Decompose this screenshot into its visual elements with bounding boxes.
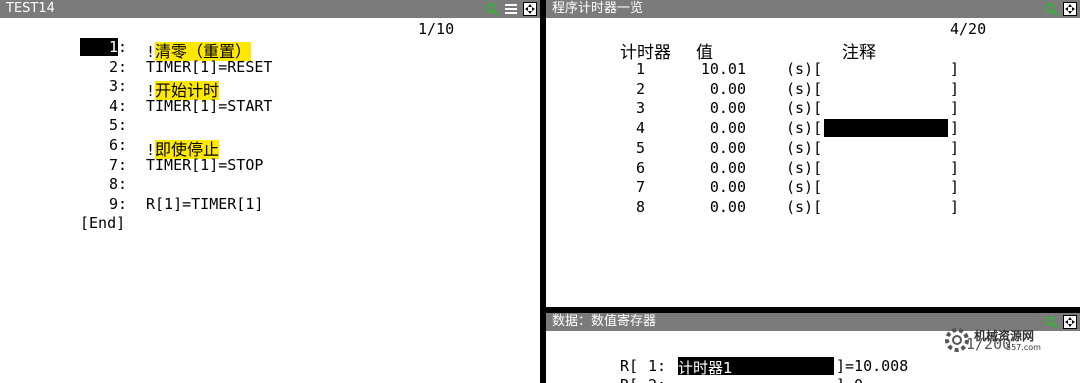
line-code: TIMER[1]=START — [146, 96, 273, 115]
line-code: TIMER[1]=RESET — [146, 57, 273, 76]
timer-row[interactable]: 5 0.00 (s)[] — [546, 139, 1080, 158]
line-separator: : — [118, 116, 128, 135]
watermark: 机械资源网 557.com — [942, 325, 1062, 355]
timer-unit: (s)[ — [786, 119, 823, 138]
line-separator: : — [118, 77, 128, 96]
timer-unit: (s)[ — [786, 138, 823, 157]
register-prefix: R[ — [620, 376, 638, 383]
timer-row[interactable]: 7 0.00 (s)[] — [546, 178, 1080, 197]
timer-unit: (s)[ — [786, 197, 823, 216]
timer-value: 10.01 — [700, 60, 746, 78]
timer-close-bracket: ] — [950, 99, 960, 118]
timer-unit: (s)[ — [786, 158, 823, 177]
timer-comment-field[interactable] — [824, 119, 948, 138]
timer-id: 4 — [636, 119, 646, 138]
timer-comment-field[interactable] — [824, 139, 948, 157]
timer-id: 8 — [636, 197, 646, 216]
line-separator: : — [118, 136, 128, 154]
line-separator: : — [118, 194, 128, 213]
timer-close-bracket: ] — [950, 158, 960, 177]
line-separator: : — [118, 175, 128, 194]
register-title: 数据：数值寄存器 — [552, 314, 657, 329]
program-title: TEST14 — [6, 1, 55, 16]
line-number: 7 — [108, 155, 118, 174]
line-number: 6 — [108, 136, 118, 154]
maximize-icon[interactable] — [1062, 314, 1078, 330]
register-pane: 数据：数值寄存器 1/200 R[1:计时器1]=10.008R[2:]=0 机… — [546, 313, 1080, 383]
line-number: 9 — [108, 194, 118, 213]
register-prefix: R[ — [620, 357, 639, 375]
timer-id: 7 — [636, 178, 646, 197]
timer-title-bar: 程序计时器一览 — [546, 0, 1080, 18]
timer-id: 2 — [636, 79, 646, 98]
line-code: TIMER[1]=STOP — [146, 155, 264, 174]
timer-id: 6 — [636, 158, 646, 177]
timer-value: 0.00 — [709, 99, 746, 118]
timer-id: 5 — [636, 138, 646, 157]
register-index: 2: — [648, 376, 666, 383]
line-number: 1 — [80, 38, 118, 56]
menu-icon[interactable] — [503, 1, 519, 17]
timer-value: 0.00 — [709, 178, 746, 197]
timer-unit: (s)[ — [786, 99, 823, 118]
line-separator: : — [118, 96, 128, 115]
line-code: R[1]=TIMER[1] — [146, 194, 264, 213]
timer-list-pane: 程序计时器一览 4/20 计时器 值 注释 1 10.01 (s)[] 2 0.00 (s… — [546, 0, 1080, 307]
line-number: 2 — [108, 57, 118, 76]
timer-row[interactable]: 6 0.00 (s)[] — [546, 159, 1080, 178]
timer-value: 0.00 — [709, 158, 746, 177]
timer-value: 0.00 — [709, 197, 746, 216]
timer-row[interactable]: 1 10.01 (s)[] — [546, 60, 1080, 79]
page-indicator: 4/20 — [950, 20, 987, 38]
timer-value: 0.00 — [709, 119, 746, 138]
timer-id: 3 — [636, 99, 646, 118]
watermark-sub: 557.com — [1006, 343, 1041, 352]
timer-value: 0.00 — [709, 79, 746, 98]
timer-comment-field[interactable] — [824, 178, 948, 196]
maximize-icon[interactable] — [1062, 1, 1078, 17]
timer-row[interactable]: 2 0.00 (s)[] — [546, 80, 1080, 99]
end-marker: [End] — [80, 214, 126, 233]
zoom-icon[interactable] — [484, 1, 500, 17]
timer-row[interactable]: 8 0.00 (s)[] — [546, 198, 1080, 217]
timer-list-title: 程序计时器一览 — [552, 1, 644, 16]
timer-comment-field[interactable] — [824, 198, 948, 216]
program-title-bar: TEST14 — [0, 0, 540, 18]
timer-unit: (s)[ — [786, 60, 823, 78]
timer-comment-field[interactable] — [824, 99, 948, 117]
timer-unit: (s)[ — [786, 178, 823, 197]
register-comment[interactable] — [678, 376, 834, 383]
timer-value: 0.00 — [709, 138, 746, 157]
timer-comment-field[interactable] — [824, 80, 948, 98]
page-indicator: 1/10 — [418, 20, 455, 38]
timer-close-bracket: ] — [950, 119, 960, 138]
timer-close-bracket: ] — [950, 138, 960, 157]
timer-unit: (s)[ — [786, 79, 823, 98]
timer-close-bracket: ] — [950, 79, 960, 98]
zoom-icon[interactable] — [1043, 1, 1059, 17]
timer-row[interactable]: 4 0.00 (s)[] — [546, 119, 1080, 138]
timer-close-bracket: ] — [950, 178, 960, 197]
timer-close-bracket: ] — [950, 197, 960, 216]
timer-comment-field[interactable] — [824, 159, 948, 177]
watermark-text: 机械资源网 — [974, 329, 1035, 343]
line-number: 8 — [108, 175, 118, 194]
register-value: ]=0 — [836, 376, 863, 383]
line-number: 3 — [108, 77, 118, 96]
timer-close-bracket: ] — [950, 60, 960, 78]
line-number: 4 — [108, 96, 118, 115]
maximize-icon[interactable] — [522, 1, 538, 17]
line-separator: : — [118, 155, 128, 174]
timer-comment-field[interactable] — [824, 60, 948, 78]
register-comment[interactable]: 计时器1 — [678, 357, 834, 377]
program-editor-pane: TEST14 1/10 1: !清零（重置） 2: TIMER[1]=RESET 3:!… — [0, 0, 540, 383]
line-separator: : — [118, 57, 128, 76]
timer-id: 1 — [636, 60, 646, 78]
line-number: 5 — [108, 116, 118, 135]
register-value: ]=10.008 — [836, 357, 909, 375]
line-separator: : — [118, 38, 128, 56]
gear-logo-icon — [945, 328, 969, 352]
register-index: 1: — [648, 357, 667, 375]
timer-row[interactable]: 3 0.00 (s)[] — [546, 99, 1080, 118]
